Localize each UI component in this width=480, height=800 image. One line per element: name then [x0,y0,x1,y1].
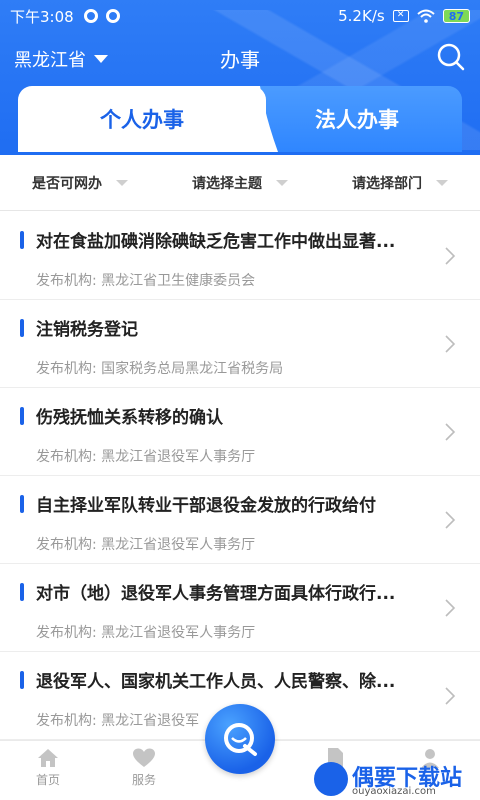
item-org: 发布机构: 黑龙江省退役军人事务厅 [36,625,256,641]
accent-bar [20,583,24,601]
dropdown-arrow-icon [276,179,288,186]
filter-label: 是否可网办 [32,175,102,192]
accent-bar [20,319,24,337]
battery-icon: 87 [442,9,470,23]
page-title: 办事 [220,48,260,72]
dropdown-arrow-icon [116,179,128,186]
tab-label: 个人办事 [100,108,184,132]
assistant-icon [224,723,257,756]
wifi-icon [417,9,435,23]
item-title: 退役军人、国家机关工作人员、人民警察、除... [36,672,396,692]
chevron-right-icon [445,247,456,265]
title-bar: 黑龙江省 办事 [0,38,480,78]
list-item[interactable]: 注销税务登记 发布机构: 国家税务总局黑龙江省税务局 [0,300,480,388]
filter-online[interactable]: 是否可网办 [0,155,160,210]
item-org: 发布机构: 黑龙江省退役军 [36,713,200,729]
nav-service[interactable]: 服务 [114,747,174,788]
status-bar: 下午3:08 5.2K/s ✕ 87 [0,0,480,32]
chevron-right-icon [445,511,456,529]
nav-label: 服务 [131,773,156,787]
list-item[interactable]: 对在食盐加碘消除碘缺乏危害工作中做出显著... 发布机构: 黑龙江省卫生健康委员… [0,212,480,300]
chevron-right-icon [445,599,456,617]
chevron-right-icon [445,423,456,441]
watermark-logo-icon [314,762,348,796]
service-list: 对在食盐加碘消除碘缺乏危害工作中做出显著... 发布机构: 黑龙江省卫生健康委员… [0,212,480,740]
dropdown-arrow-icon [436,179,448,186]
tab-bar: 法人办事 个人办事 [18,86,462,152]
tab-legal-person[interactable]: 法人办事 [252,86,462,152]
notification-dot-icon [105,9,120,23]
network-speed: 5.2K/s [338,7,385,25]
filter-topic[interactable]: 请选择主题 [160,155,320,210]
chevron-right-icon [445,687,456,705]
item-org: 发布机构: 黑龙江省退役军人事务厅 [36,537,256,553]
list-item[interactable]: 自主择业军队转业干部退役金发放的行政给付 发布机构: 黑龙江省退役军人事务厅 [0,476,480,564]
status-time: 下午3:08 [10,7,74,26]
filter-department[interactable]: 请选择部门 [320,155,480,210]
item-title: 对在食盐加碘消除碘缺乏危害工作中做出显著... [36,232,396,252]
tab-divider [248,86,278,152]
accent-bar [20,231,24,249]
sim-disabled-icon: ✕ [392,10,409,22]
tab-personal[interactable]: 个人办事 [18,86,266,152]
item-title: 对市（地）退役军人事务管理方面具体行政行... [36,584,396,604]
item-title: 注销税务登记 [36,320,138,340]
accent-bar [20,495,24,513]
watermark: 偶要下载站 ouyaoxiazai.com [314,760,474,800]
tab-label: 法人办事 [315,108,399,132]
list-item[interactable]: 对市（地）退役军人事务管理方面具体行政行... 发布机构: 黑龙江省退役军人事务… [0,564,480,652]
filter-label: 请选择部门 [352,175,422,192]
notification-dot-icon [83,9,98,23]
nav-label: 首页 [35,773,60,787]
watermark-url: ouyaoxiazai.com [352,786,436,797]
accent-bar [20,407,24,425]
item-org: 发布机构: 黑龙江省退役军人事务厅 [36,449,256,465]
nav-home[interactable]: 首页 [18,747,78,788]
heart-icon [133,748,155,767]
list-item[interactable]: 伤残抚恤关系转移的确认 发布机构: 黑龙江省退役军人事务厅 [0,388,480,476]
item-title: 自主择业军队转业干部退役金发放的行政给付 [36,496,376,516]
filter-label: 请选择主题 [192,175,262,192]
home-icon [38,749,58,767]
item-title: 伤残抚恤关系转移的确认 [36,408,223,428]
filter-bar: 是否可网办 请选择主题 请选择部门 [0,155,480,211]
center-action-button[interactable] [205,704,275,774]
header: 下午3:08 5.2K/s ✕ 87 黑龙江省 办事 法人办事 个人办事 [0,0,480,155]
item-org: 发布机构: 黑龙江省卫生健康委员会 [36,273,256,289]
search-icon[interactable] [436,42,466,72]
chevron-right-icon [445,335,456,353]
accent-bar [20,671,24,689]
item-org: 发布机构: 国家税务总局黑龙江省税务局 [36,361,284,377]
